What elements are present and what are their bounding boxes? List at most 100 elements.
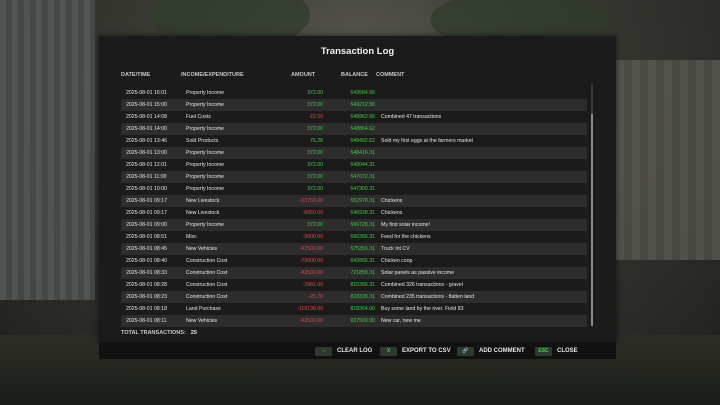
row-balance: 937500.00 — [350, 318, 375, 324]
table-row[interactable]: 2025-08-01 14:00 Property Income 372.00 548… — [121, 123, 587, 135]
link-key-icon: 🔗 — [457, 346, 474, 356]
column-header-comment: COMMENT — [376, 72, 405, 78]
row-date: 2025-08-01 12:01 — [126, 162, 167, 168]
clear-log-button[interactable]: ⇔ CLEAR LOG — [315, 346, 372, 356]
row-type: Property Income — [186, 126, 225, 132]
row-date: 2025-08-01 09:00 — [126, 222, 167, 228]
row-amount: -93500.00 — [299, 270, 323, 276]
background-silo — [0, 0, 95, 300]
row-type: New Livestock — [186, 210, 220, 216]
row-type: New Vehicles — [186, 318, 218, 324]
row-balance: 549584.56 — [350, 90, 375, 96]
row-amount: -25.70 — [308, 294, 323, 300]
row-amount: -119136.00 — [297, 306, 323, 312]
row-amount: -2982.00 — [302, 282, 323, 288]
transaction-list[interactable]: 2025-08-01 16:01 Property Income 372.00 549… — [121, 87, 587, 363]
row-date: 2025-08-01 08:28 — [126, 282, 167, 288]
row-amount: -9000.00 — [302, 234, 323, 240]
table-row[interactable]: 2025-08-01 10:00 Property Income 372.00 547… — [121, 183, 587, 195]
row-balance: 575356.31 — [350, 246, 375, 252]
row-balance: 547300.31 — [350, 186, 375, 192]
row-type: Construction Cost — [186, 258, 228, 264]
row-amount: 372.00 — [307, 90, 323, 96]
row-type: Property Income — [186, 90, 225, 96]
table-row[interactable]: 2025-08-01 09:00 Property Income 372.00 566… — [121, 219, 587, 231]
column-header-type: INCOME/EXPENDITURE — [181, 72, 244, 78]
table-row[interactable]: 2025-08-01 08:40 Construction Cost -79000.… — [121, 255, 587, 267]
row-balance: 548864.62 — [350, 126, 375, 132]
row-date: 2025-08-01 08:23 — [126, 294, 167, 300]
table-row[interactable]: 2025-08-01 08:51 Misc -9000.00 566356.31 Fee… — [121, 231, 587, 243]
row-comment: Feed for the chickens — [381, 234, 431, 240]
row-type: Fuel Costs — [186, 114, 211, 120]
row-comment: Combined 326 transactions - gravel — [381, 282, 463, 288]
table-row[interactable]: 2025-08-01 13:46 Sold Products 76.28 548492… — [121, 135, 587, 147]
row-type: Property Income — [186, 186, 225, 192]
table-row[interactable]: 2025-08-01 08:18 Land Purchase -119136.00 8… — [121, 303, 587, 315]
row-type: New Livestock — [186, 198, 220, 204]
row-balance: 547672.31 — [350, 174, 375, 180]
background-barn — [600, 60, 720, 260]
row-type: Land Purchase — [186, 306, 221, 312]
row-amount: 372.00 — [307, 222, 323, 228]
export-csv-button[interactable]: X EXPORT TO CSV — [380, 346, 451, 356]
row-balance: 818364.00 — [350, 306, 375, 312]
row-date: 2025-08-01 08:45 — [126, 246, 167, 252]
row-balance: 818338.31 — [350, 294, 375, 300]
close-button[interactable]: ESC CLOSE — [535, 346, 578, 356]
row-type: Misc — [186, 234, 197, 240]
table-row[interactable]: 2025-08-01 08:23 Construction Cost -25.70 8… — [121, 291, 587, 303]
table-row[interactable]: 2025-08-01 14:08 Fuel Costs -22.50 548862.5… — [121, 111, 587, 123]
row-balance: 546928.31 — [350, 210, 375, 216]
row-date: 2025-08-01 13:00 — [126, 150, 167, 156]
footer-bar: ⇔ CLEAR LOG X EXPORT TO CSV 🔗 ADD COMMEN… — [99, 342, 616, 359]
row-balance: 549212.56 — [350, 102, 375, 108]
row-date: 2025-08-01 08:51 — [126, 234, 167, 240]
table-row[interactable]: 2025-08-01 08:28 Construction Cost -2982.0… — [121, 279, 587, 291]
add-comment-button[interactable]: 🔗 ADD COMMENT — [457, 346, 525, 356]
table-row[interactable]: 2025-08-01 11:00 Property Income 372.00 547… — [121, 171, 587, 183]
row-type: Construction Cost — [186, 294, 228, 300]
row-balance: 566356.31 — [350, 234, 375, 240]
table-row[interactable]: 2025-08-01 08:11 New Vehicles -62500.00 937… — [121, 315, 587, 327]
row-date: 2025-08-01 14:08 — [126, 114, 167, 120]
table-row[interactable]: 2025-08-01 09:17 New Livestock -13750.00 55… — [121, 195, 587, 207]
table-row[interactable]: 2025-08-01 12:01 Property Income 372.00 548… — [121, 159, 587, 171]
row-date: 2025-08-01 08:40 — [126, 258, 167, 264]
row-balance: 548044.31 — [350, 162, 375, 168]
table-row[interactable]: 2025-08-01 15:00 Property Income 372.00 549… — [121, 99, 587, 111]
dialog-title: Transaction Log — [320, 46, 395, 57]
row-comment: Combined 235 transactions - flatten land — [381, 294, 475, 300]
export-csv-label: EXPORT TO CSV — [402, 348, 451, 354]
column-header-balance: BALANCE — [341, 72, 368, 78]
close-label: CLOSE — [557, 348, 578, 354]
table-row[interactable]: 2025-08-01 13:00 Property Income 372.00 548… — [121, 147, 587, 159]
total-label: TOTAL TRANSACTIONS: — [121, 330, 186, 336]
table-row[interactable]: 2025-08-01 08:45 New Vehicles -67500.00 575… — [121, 243, 587, 255]
scrollbar[interactable] — [591, 84, 593, 326]
table-row[interactable]: 2025-08-01 08:33 Construction Cost -93500.… — [121, 267, 587, 279]
row-date: 2025-08-01 09:17 — [126, 210, 167, 216]
row-type: Property Income — [186, 162, 225, 168]
x-key-icon: X — [380, 346, 397, 356]
transaction-log-dialog: Transaction Log DATE/TIME INCOME/EXPENDI… — [99, 36, 616, 342]
row-amount: -22.50 — [308, 114, 323, 120]
row-amount: 372.00 — [307, 174, 323, 180]
row-balance: 548862.56 — [350, 114, 375, 120]
row-type: Property Income — [186, 174, 225, 180]
row-comment: Sold my first eggs at the farmers market — [381, 138, 473, 144]
row-balance: 721858.31 — [350, 270, 375, 276]
row-amount: 372.00 — [307, 126, 323, 132]
add-comment-label: ADD COMMENT — [479, 348, 525, 354]
column-header-date: DATE/TIME — [121, 72, 151, 78]
row-type: Construction Cost — [186, 282, 228, 288]
row-balance: 566728.31 — [350, 222, 375, 228]
table-row[interactable]: 2025-08-01 16:01 Property Income 372.00 549… — [121, 87, 587, 99]
row-balance: 548492.62 — [350, 138, 375, 144]
total-count: 25 — [190, 330, 197, 336]
table-row[interactable]: 2025-08-01 09:17 New Livestock -6050.00 546… — [121, 207, 587, 219]
row-type: Construction Cost — [186, 270, 228, 276]
row-balance: 815356.31 — [350, 282, 375, 288]
row-date: 2025-08-01 08:18 — [126, 306, 167, 312]
scrollbar-thumb[interactable] — [591, 114, 593, 326]
